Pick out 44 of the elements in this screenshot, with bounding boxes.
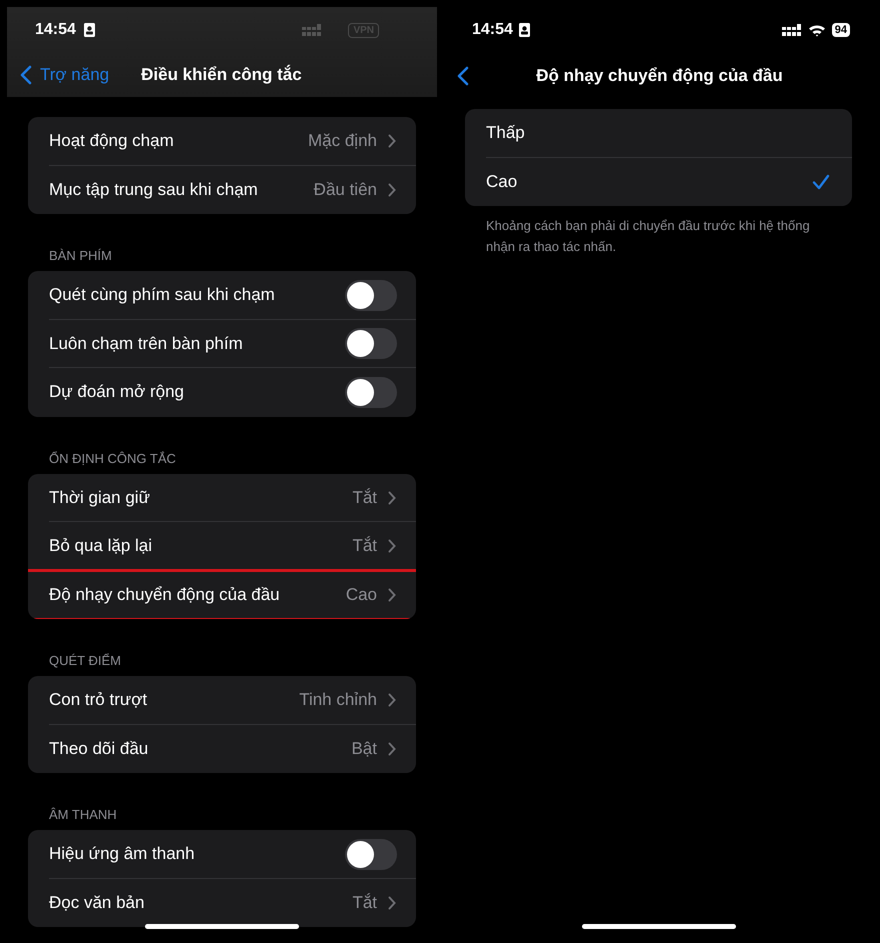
chevron-icon [388,490,396,505]
section-header: QUÉT ĐIỂM [49,653,122,668]
settings-row[interactable]: Luôn chạm trên bàn phím [28,320,416,368]
settings-row[interactable]: Hoạt động chạm Mặc định [28,117,416,166]
toggle-switch[interactable] [345,280,397,311]
toggle-switch[interactable] [345,838,397,870]
toggle-switch[interactable] [345,376,397,408]
signal-icon [782,24,802,36]
settings-row[interactable]: Thời gian giữ Tắt [28,474,416,522]
signal-icon [302,24,322,36]
section-header: ỔN ĐỊNH CÔNG TẮC [49,450,177,466]
option-row[interactable]: Thấp [465,109,852,158]
chevron-icon [388,182,396,197]
back-link[interactable]: Trợ năng [20,65,110,85]
status-time: 14:54 [472,21,513,39]
toggle-switch[interactable] [345,328,397,360]
screen-title: Độ nhạy chuyển động của đầu [535,66,784,86]
settings-row[interactable]: Dự đoán mở rộng [28,368,416,416]
chevron-icon [388,742,396,756]
chevron-icon [388,134,396,148]
contact-card-icon [84,23,95,37]
settings-row[interactable]: Mục tập trung sau khi chạm Đầu tiên [28,166,416,214]
chevron-icon [388,539,396,554]
battery-indicator: 94 [832,23,850,37]
screen-title: Điều khiển công tắc [141,65,302,85]
footer-note: Khoảng cách bạn phải di chuyển đầu trước khi hệ thống nhận ra thao tác nhấn. [486,217,811,256]
status-time: 14:54 [35,21,76,39]
wifi-icon [808,24,826,36]
section-header: ÂM THANH [49,807,118,822]
back-chevron-icon [20,65,32,85]
option-row[interactable]: Cao [465,158,852,206]
chevron-icon [388,693,396,708]
section-header: BÀN PHÍM [49,248,113,263]
settings-row[interactable]: Con trỏ trượt Tinh chỉnh [28,676,416,724]
chevron-icon [388,896,396,910]
settings-row[interactable]: Độ nhạy chuyển động của đầu Cao [28,570,416,619]
settings-row[interactable]: Quét cùng phím sau khi chạm [28,271,416,320]
settings-row[interactable]: Bỏ qua lặp lại Tắt [28,522,416,570]
back-chevron-icon[interactable] [457,66,469,86]
settings-row[interactable]: Theo dõi đầu Bật [28,724,416,773]
settings-row[interactable]: Đọc văn bản Tắt [28,878,416,927]
contact-card-icon [518,23,530,37]
settings-row[interactable]: Hiệu ứng âm thanh [28,830,416,878]
chevron-icon [388,588,396,602]
